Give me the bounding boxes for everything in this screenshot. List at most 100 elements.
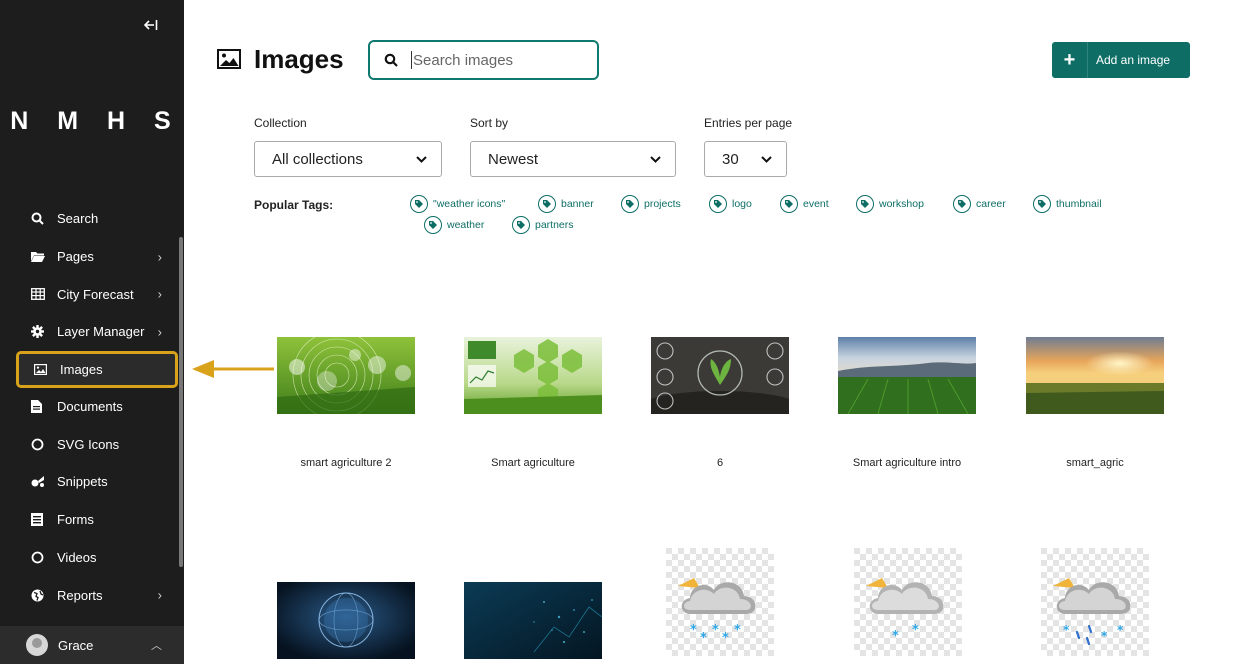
sidebar-scrollbar[interactable] <box>179 237 183 567</box>
search-field[interactable] <box>368 40 599 80</box>
tag-icon <box>953 195 971 213</box>
svg-text:*: * <box>734 623 741 638</box>
sidebar-item-svg-icons[interactable]: SVG Icons <box>0 425 184 463</box>
text-caret <box>411 51 412 69</box>
image-thumbnail[interactable] <box>277 582 415 659</box>
tag-weather-icons[interactable]: "weather icons" <box>410 195 505 213</box>
image-thumbnail[interactable] <box>838 337 976 414</box>
tag-icon <box>621 195 639 213</box>
svg-text:*: * <box>690 623 697 638</box>
image-thumbnail[interactable] <box>464 582 602 659</box>
tag-workshop[interactable]: workshop <box>856 195 924 213</box>
sidebar-item-videos[interactable]: Videos <box>0 539 184 577</box>
sidebar-item-label: Snippets <box>57 474 108 490</box>
image-title: smart_agric <box>1066 457 1124 469</box>
chevron-down-icon <box>761 156 772 163</box>
chevron-up-icon: ︿ <box>151 640 162 652</box>
sort-select[interactable]: Newest <box>470 141 676 177</box>
sidebar-item-reports[interactable]: Reports › <box>0 576 184 614</box>
form-icon <box>31 513 49 527</box>
tag-icon <box>424 216 442 234</box>
image-thumbnail[interactable]: * * * <box>1041 548 1149 656</box>
tag-projects[interactable]: projects <box>621 195 681 213</box>
tag-label: career <box>976 198 1006 210</box>
folder-icon <box>31 251 49 263</box>
tag-banner[interactable]: banner <box>538 195 594 213</box>
svg-text:*: * <box>712 623 719 638</box>
tag-thumbnail[interactable]: thumbnail <box>1033 195 1102 213</box>
image-title: Smart agriculture intro <box>852 457 962 469</box>
tag-label: thumbnail <box>1056 198 1102 210</box>
circle-icon <box>31 551 49 564</box>
sidebar-item-snippets[interactable]: Snippets <box>0 463 184 501</box>
tag-icon <box>709 195 727 213</box>
svg-text:*: * <box>722 631 729 646</box>
entries-label: Entries per page <box>704 116 793 130</box>
chevron-right-icon: › <box>157 286 162 302</box>
tag-icon <box>538 195 556 213</box>
image-thumbnail[interactable]: * * * * * <box>666 548 774 656</box>
tag-label: workshop <box>879 198 924 210</box>
table-icon <box>31 288 49 301</box>
snippet-icon <box>31 475 49 488</box>
image-icon <box>217 49 241 69</box>
sidebar-item-documents[interactable]: Documents <box>0 388 184 426</box>
tag-logo[interactable]: logo <box>709 195 752 213</box>
svg-text:*: * <box>892 629 899 644</box>
image-thumbnail[interactable] <box>1026 337 1164 414</box>
sidebar-item-label: Images <box>60 361 103 377</box>
tag-label: weather <box>447 219 485 231</box>
sidebar-item-forms[interactable]: Forms <box>0 501 184 539</box>
sidebar-item-layer-manager[interactable]: Layer Manager › <box>0 313 184 351</box>
tag-label: event <box>803 198 829 210</box>
sidebar-nav: Search Pages › City Forecast › Layer Man… <box>0 200 184 614</box>
image-title: Smart agriculture <box>491 457 575 469</box>
gear-icon <box>31 325 49 339</box>
sidebar-item-label: Forms <box>57 512 94 528</box>
search-icon <box>31 212 49 226</box>
sort-value: Newest <box>488 150 539 168</box>
globe-icon <box>31 589 49 602</box>
svg-text:*: * <box>1101 629 1108 643</box>
tag-label: projects <box>644 198 681 210</box>
sort-label: Sort by <box>470 116 509 130</box>
image-thumbnail[interactable]: * * <box>854 548 962 656</box>
collection-value: All collections <box>272 150 363 168</box>
highlight-arrow-icon <box>192 360 274 378</box>
chevron-right-icon: › <box>157 249 162 265</box>
user-name: Grace <box>58 637 94 653</box>
sidebar-item-pages[interactable]: Pages › <box>0 238 184 276</box>
search-input[interactable] <box>413 51 593 69</box>
image-icon <box>34 363 52 375</box>
entries-select[interactable]: 30 <box>704 141 787 177</box>
sidebar-item-label: Layer Manager <box>57 324 145 340</box>
collapse-sidebar-icon[interactable] <box>143 18 158 35</box>
tag-icon <box>512 216 530 234</box>
tag-partners[interactable]: partners <box>512 216 574 234</box>
sidebar-item-search[interactable]: Search <box>0 200 184 238</box>
image-title: smart agriculture 2 <box>300 457 392 469</box>
sidebar-item-label: Pages <box>57 249 94 265</box>
image-thumbnail[interactable] <box>277 337 415 414</box>
tag-weather[interactable]: weather <box>424 216 484 234</box>
tag-event[interactable]: event <box>780 195 829 213</box>
sidebar-item-images[interactable]: Images <box>16 350 178 388</box>
svg-text:*: * <box>700 631 707 646</box>
tag-icon <box>1033 195 1051 213</box>
collection-select[interactable]: All collections <box>254 141 442 177</box>
sidebar-item-label: Documents <box>57 399 123 415</box>
popular-tags-label: Popular Tags: <box>254 198 334 212</box>
sidebar-item-city-forecast[interactable]: City Forecast › <box>0 275 184 313</box>
collection-label: Collection <box>254 116 307 130</box>
document-icon <box>31 400 49 414</box>
entries-value: 30 <box>722 150 739 168</box>
tag-label: banner <box>561 198 594 210</box>
image-title: 6 <box>716 457 724 469</box>
add-image-button[interactable]: + Add an image <box>1052 42 1190 78</box>
circle-icon <box>31 438 49 451</box>
image-thumbnail[interactable] <box>464 337 602 414</box>
image-thumbnail[interactable] <box>651 337 789 414</box>
tag-career[interactable]: career <box>953 195 1006 213</box>
brand-logo[interactable]: N M H S <box>0 107 184 136</box>
user-menu[interactable]: Grace ︿ <box>0 626 184 664</box>
